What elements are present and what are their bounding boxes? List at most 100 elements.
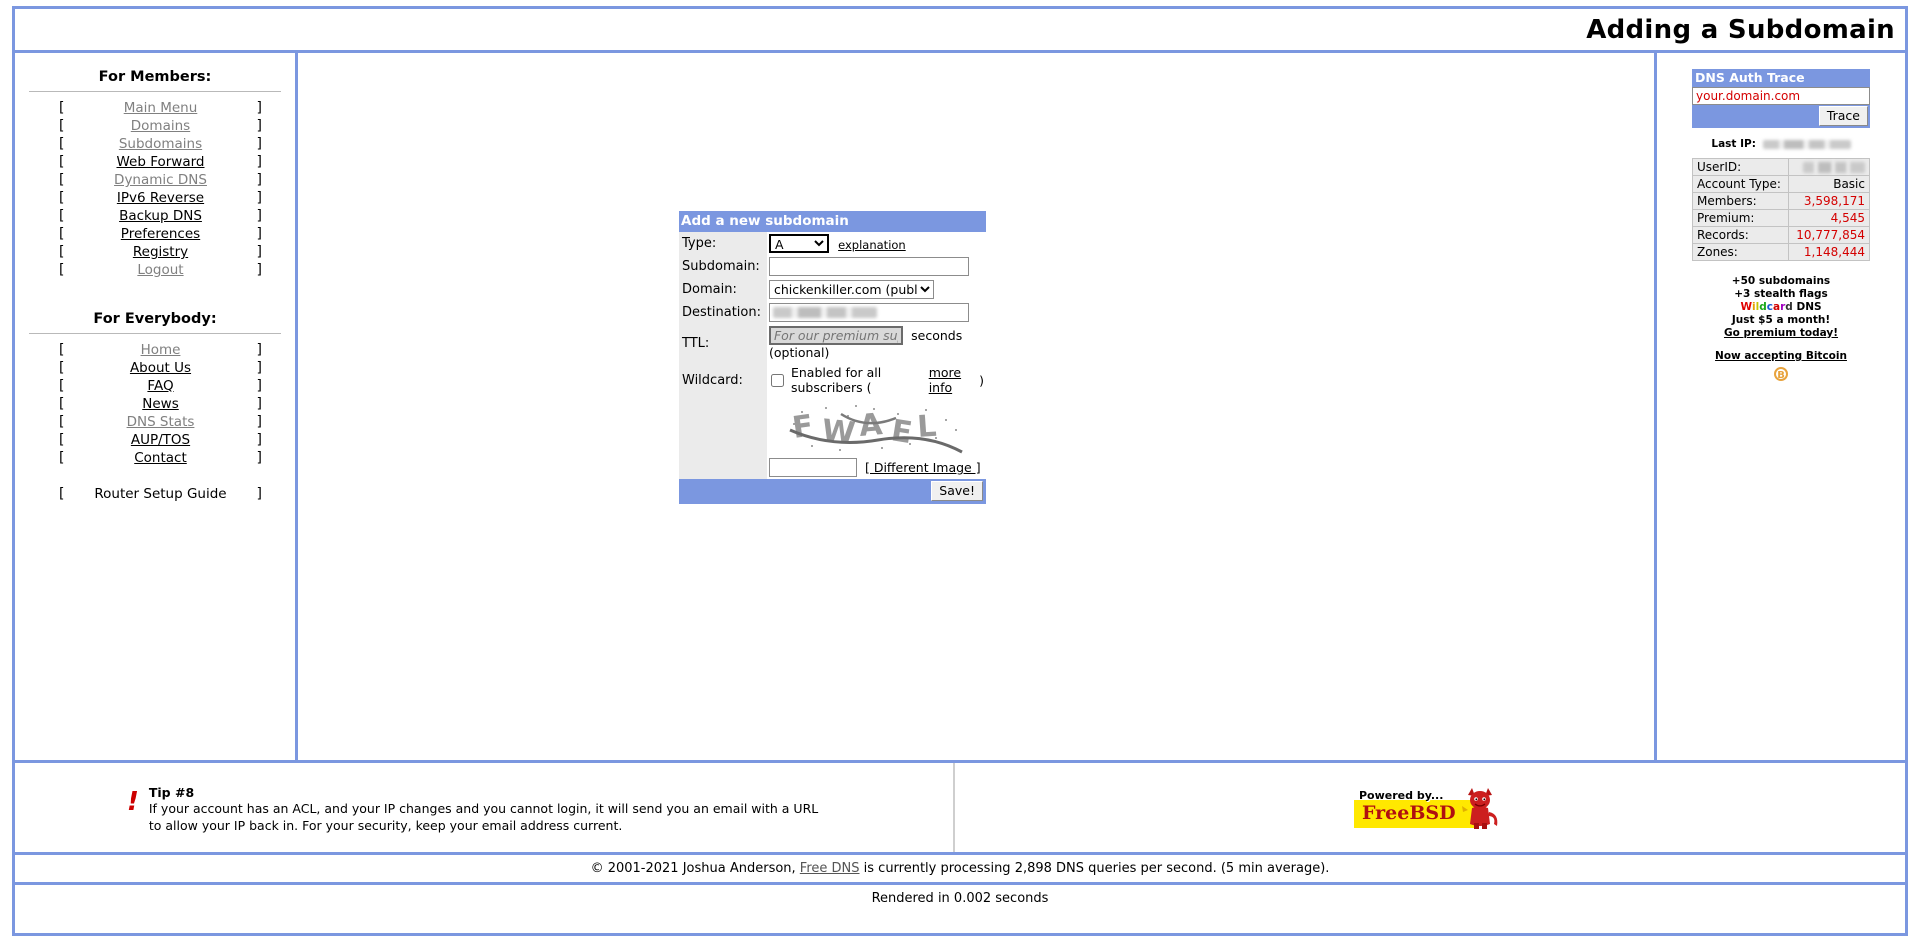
- wildcard-label: Wildcard:: [679, 363, 767, 397]
- sidebar-everybody-heading: For Everybody:: [93, 311, 217, 327]
- bitcoin-link[interactable]: Now accepting Bitcoin: [1692, 350, 1870, 363]
- stats-row: Members: 3,598,171: [1691, 192, 1870, 210]
- bracket-close: ]: [256, 432, 262, 448]
- save-button[interactable]: Save!: [931, 481, 983, 501]
- type-explanation-link[interactable]: explanation: [838, 238, 906, 252]
- bracket-close: ]: [256, 262, 262, 278]
- nav-link-label[interactable]: Preferences: [64, 226, 256, 242]
- add-subdomain-form: Add a new subdomain Type: A explanation …: [679, 211, 986, 504]
- stats-key: Account Type:: [1691, 175, 1790, 193]
- wildcard-letter: W: [1740, 301, 1753, 313]
- right-sidebar: DNS Auth Trace Trace Last IP: UserID:Acc…: [1657, 53, 1905, 760]
- stats-row: UserID:: [1691, 158, 1870, 176]
- nav-item-home[interactable]: [Home]: [59, 341, 262, 359]
- nav-link-label[interactable]: Contact: [64, 450, 256, 466]
- nav-link-label[interactable]: Logout: [64, 262, 256, 278]
- bracket-close: ]: [256, 244, 262, 260]
- nav-item-subdomains[interactable]: [Subdomains]: [59, 135, 262, 153]
- tip-content: Tip #8 If your account has an ACL, and y…: [149, 785, 818, 834]
- nav-link-label[interactable]: DNS Stats: [64, 414, 256, 430]
- ttl-label: TTL:: [679, 324, 767, 363]
- go-premium-link[interactable]: Go premium today!: [1692, 327, 1870, 340]
- wildcard-letter: d: [1759, 301, 1767, 313]
- nav-link-label[interactable]: Home: [64, 342, 256, 358]
- page-title: Adding a Subdomain: [1586, 14, 1895, 45]
- captcha-input-row: [ Different Image ]: [767, 458, 986, 477]
- nav-link-label[interactable]: Backup DNS: [64, 208, 256, 224]
- nav-item-domains[interactable]: [Domains]: [59, 117, 262, 135]
- nav-link-label[interactable]: About Us: [64, 360, 256, 376]
- dns-trace-panel: DNS Auth Trace Trace Last IP: UserID:Acc…: [1691, 69, 1870, 382]
- trace-button[interactable]: Trace: [1818, 106, 1868, 126]
- nav-link-label[interactable]: Web Forward: [64, 154, 256, 170]
- sidebar-members-heading: For Members:: [98, 69, 212, 85]
- subdomain-label: Subdomain:: [679, 255, 767, 278]
- captcha-input[interactable]: [768, 458, 857, 477]
- nav-item-faq[interactable]: [FAQ]: [59, 377, 262, 395]
- wildcard-text-end: ): [979, 372, 984, 388]
- promo-line-1: +50 subdomains: [1731, 275, 1831, 287]
- nav-item-preferences[interactable]: [Preferences]: [59, 225, 262, 243]
- bracket-close: ]: [256, 396, 262, 412]
- bracket-close: ]: [256, 172, 262, 188]
- last-ip-label: Last IP:: [1711, 138, 1756, 150]
- bracket-close: ]: [256, 378, 262, 394]
- dns-trace-input[interactable]: [1692, 87, 1870, 105]
- nav-item-about-us[interactable]: [About Us]: [59, 359, 262, 377]
- last-ip-row: Last IP:: [1692, 138, 1870, 150]
- domain-select[interactable]: chickenkiller.com (public): [768, 280, 934, 299]
- wildcard-letter: d: [1785, 301, 1793, 313]
- type-select[interactable]: A: [768, 234, 829, 253]
- nav-link-label[interactable]: AUP/TOS: [64, 432, 256, 448]
- domain-field-cell: chickenkiller.com (public): [767, 278, 986, 301]
- sidebar-divider-2: [29, 333, 281, 334]
- tip-title: Tip #8: [148, 785, 195, 800]
- free-dns-link[interactable]: Free DNS: [800, 861, 860, 876]
- promo-wildcard-word: Wildcard: [1740, 301, 1792, 313]
- premium-promo: +50 subdomains +3 stealth flags Wildcard…: [1692, 275, 1870, 382]
- nav-link-label[interactable]: Main Menu: [64, 100, 256, 116]
- nav-item-news[interactable]: [News]: [59, 395, 262, 413]
- stats-key: Premium:: [1691, 209, 1790, 227]
- tip-line-2: to allow your IP back in. For your secur…: [148, 818, 623, 833]
- destination-redacted-overlay: [772, 307, 877, 318]
- nav-link-label[interactable]: FAQ: [64, 378, 256, 394]
- nav-link-label[interactable]: Subdomains: [64, 136, 256, 152]
- promo-line-4: Just $5 a month!: [1731, 314, 1831, 326]
- nav-item-contact[interactable]: [Contact]: [59, 449, 262, 467]
- tip-line-1: If your account has an ACL, and your IP …: [148, 801, 819, 816]
- destination-field-cell: [767, 301, 986, 324]
- wildcard-checkbox[interactable]: [770, 373, 784, 387]
- nav-item-dns-stats[interactable]: [DNS Stats]: [59, 413, 262, 431]
- nav-item-ipv6-reverse[interactable]: [IPv6 Reverse]: [59, 189, 262, 207]
- nav-item-router-setup-guide[interactable]: [Router Setup Guide]: [59, 485, 262, 503]
- nav-item-dynamic-dns[interactable]: [Dynamic DNS]: [59, 171, 262, 189]
- form-table: Add a new subdomain Type: A explanation …: [679, 211, 986, 504]
- nav-link-label[interactable]: Dynamic DNS: [64, 172, 256, 188]
- nav-item-web-forward[interactable]: [Web Forward]: [59, 153, 262, 171]
- ttl-input[interactable]: [768, 326, 903, 345]
- dns-trace-button-bar: Trace: [1692, 105, 1870, 128]
- different-image-link[interactable]: [ Different Image ]: [865, 460, 981, 475]
- nav-link-label[interactable]: Router Setup Guide: [64, 486, 256, 502]
- nav-item-registry[interactable]: [Registry]: [59, 243, 262, 261]
- wildcard-more-info-link[interactable]: more info: [929, 365, 974, 395]
- form-title-row: Add a new subdomain: [679, 211, 986, 232]
- subdomain-input[interactable]: [768, 257, 969, 276]
- nav-link-label[interactable]: News: [64, 396, 256, 412]
- stats-row: Zones: 1,148,444: [1691, 243, 1870, 261]
- nav-item-logout[interactable]: [Logout]: [59, 261, 262, 279]
- nav-item-main-menu[interactable]: [Main Menu]: [59, 99, 262, 117]
- type-field-cell: A explanation: [767, 232, 986, 255]
- nav-link-label[interactable]: IPv6 Reverse: [64, 190, 256, 206]
- dns-trace-title: DNS Auth Trace: [1692, 69, 1870, 87]
- account-stats-table: UserID: Account Type: Basic Members: 3,598,1…: [1691, 158, 1870, 261]
- nav-item-backup-dns[interactable]: [Backup DNS]: [59, 207, 262, 225]
- stats-row: Account Type: Basic: [1691, 175, 1870, 193]
- nav-link-label[interactable]: Domains: [64, 118, 256, 134]
- nav-link-label[interactable]: Registry: [64, 244, 256, 260]
- bracket-close: ]: [256, 486, 262, 502]
- stats-key: Zones:: [1691, 243, 1790, 261]
- nav-item-aup-tos[interactable]: [AUP/TOS]: [59, 431, 262, 449]
